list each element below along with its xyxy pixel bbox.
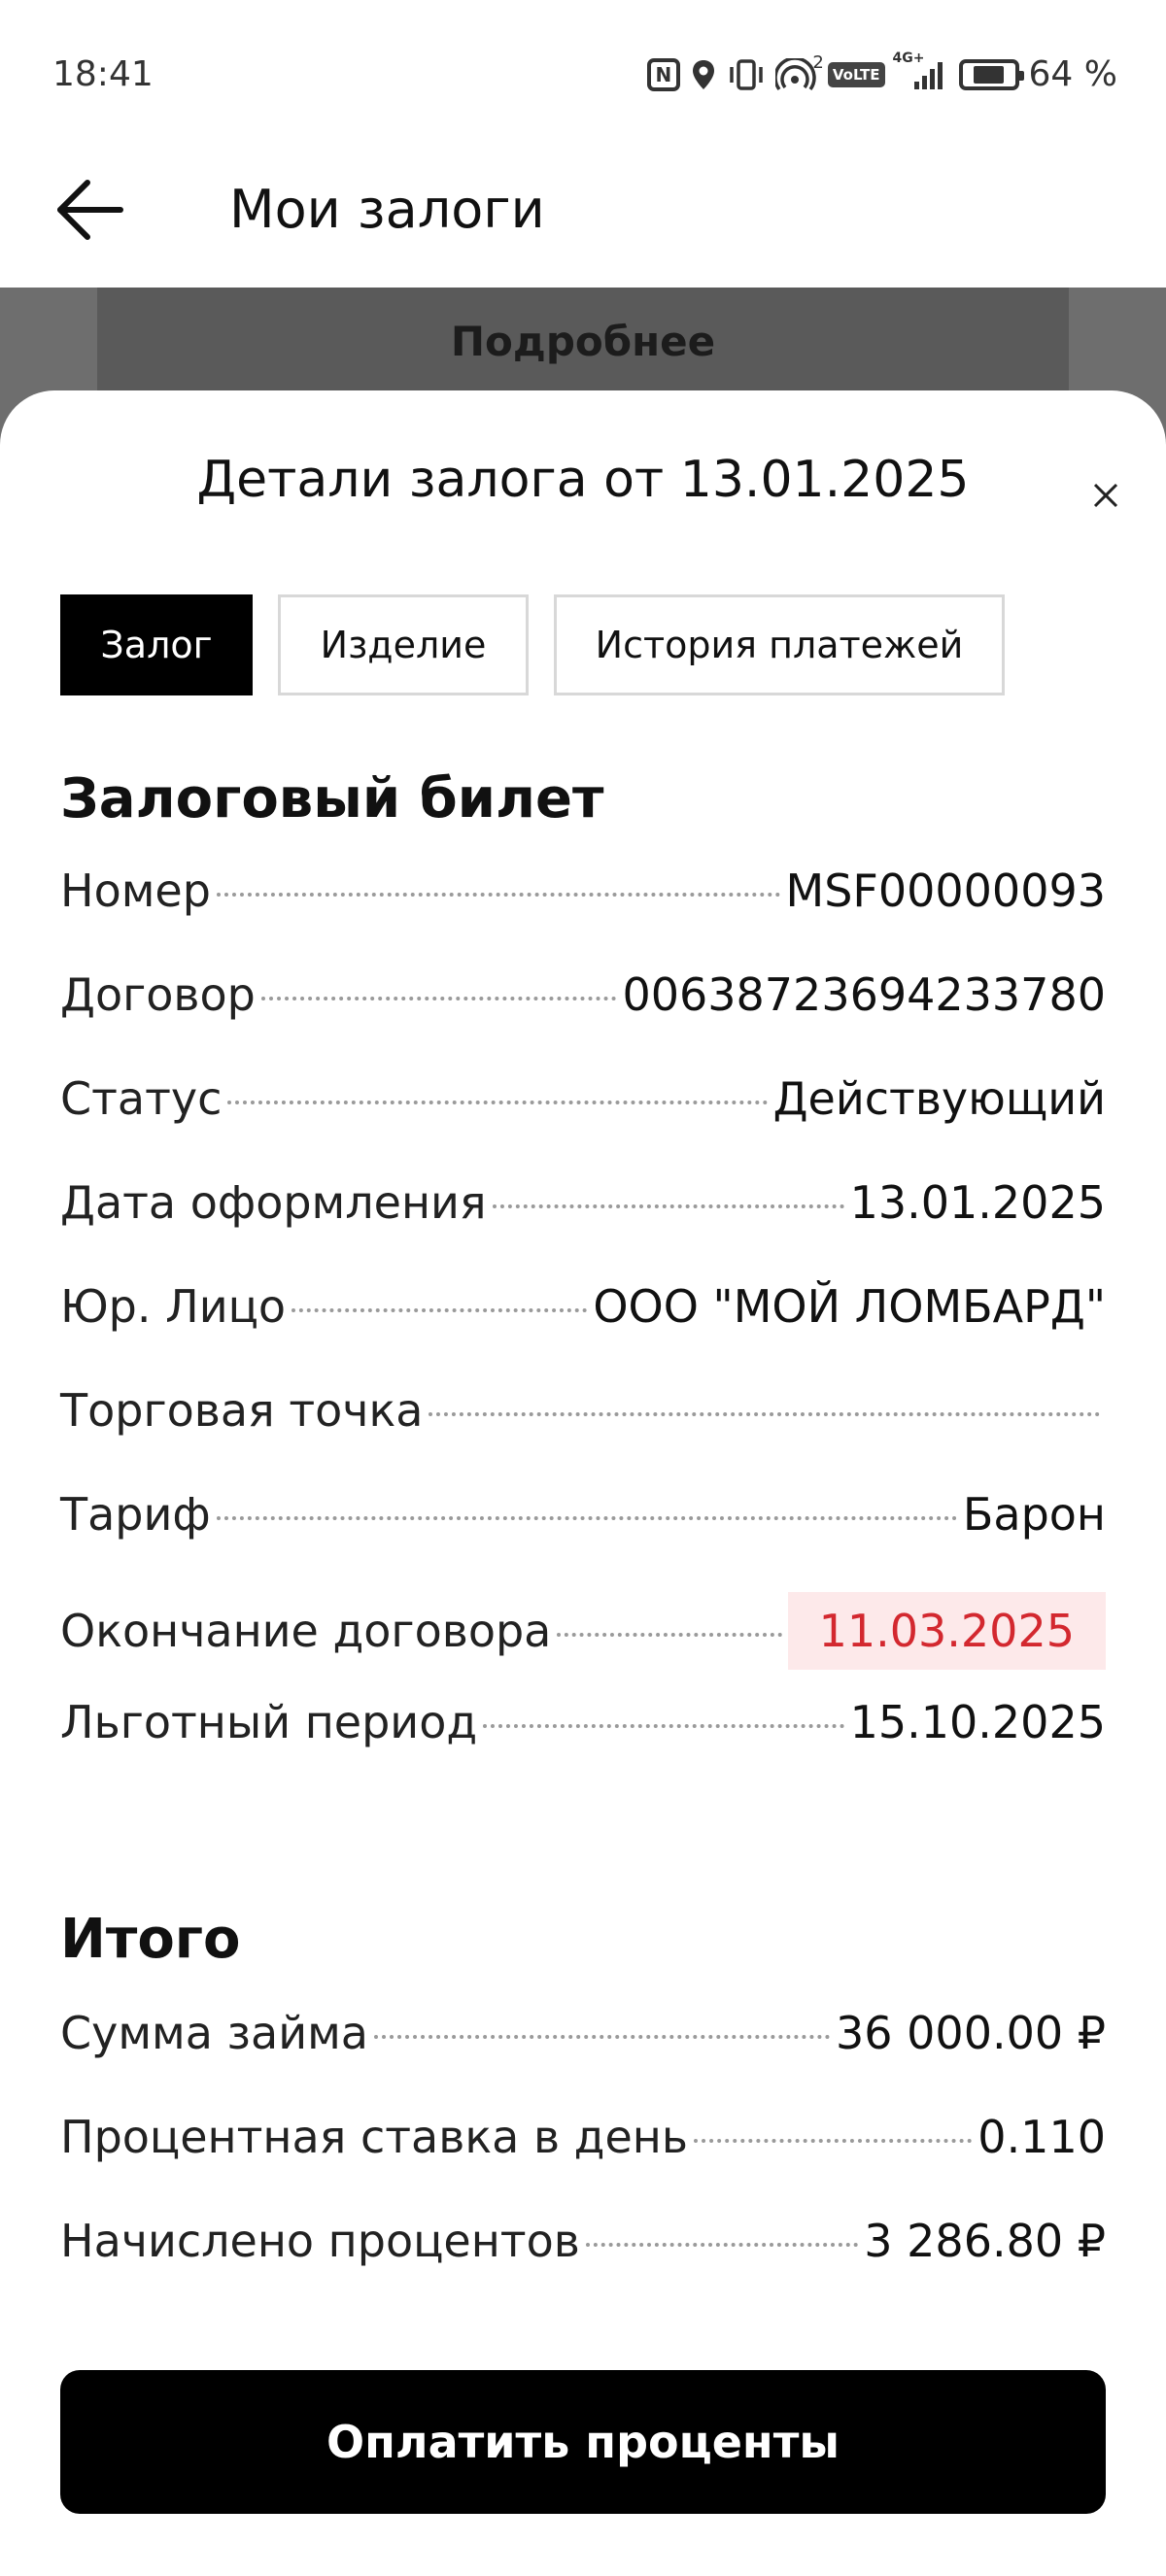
battery-percent: 64 %	[1028, 54, 1117, 94]
row-label: Процентная ставка в день	[60, 2111, 688, 2163]
status-bar: 18:41 N 2 VoLTE 4G+ 64 %	[0, 0, 1166, 146]
row-label: Окончание договора	[60, 1605, 552, 1657]
tab-payment-history[interactable]: История платежей	[554, 594, 1005, 695]
sheet-title: Детали залога от 13.01.2025	[196, 451, 970, 509]
row-value: 0.110	[977, 2111, 1106, 2163]
ticket-rows: Номер MSF00000093 Договор 00638723694233…	[60, 864, 1106, 1800]
pay-interest-button[interactable]: Оплатить проценты	[60, 2370, 1106, 2514]
battery-icon	[958, 58, 1024, 90]
dot-leader	[227, 1101, 768, 1104]
dot-leader	[292, 1308, 588, 1312]
dot-leader	[374, 2035, 830, 2039]
volte-icon: VoLTE	[827, 61, 885, 87]
arrow-left-icon	[57, 180, 123, 240]
status-time: 18:41	[52, 54, 154, 94]
row-label: Начислено процентов	[60, 2215, 580, 2267]
dot-leader	[585, 2243, 859, 2247]
row-contract: Договор 00638723694233780	[60, 968, 1106, 1072]
totals-rows: Сумма займа 36 000.00 ₽ Процентная ставк…	[60, 2007, 1106, 2319]
row-number: Номер MSF00000093	[60, 864, 1106, 968]
row-label: Дата оформления	[60, 1176, 487, 1229]
close-icon	[1093, 483, 1118, 508]
row-label: Статус	[60, 1072, 223, 1125]
network-type: 4G+	[892, 50, 925, 66]
row-tariff: Тариф Барон	[60, 1488, 1106, 1592]
row-value: Барон	[962, 1488, 1106, 1541]
tab-pledge[interactable]: Залог	[60, 594, 253, 695]
row-outlet: Торговая точка	[60, 1384, 1106, 1488]
row-value: 00638723694233780	[622, 968, 1106, 1021]
tabs: Залог Изделие История платежей	[60, 594, 1005, 695]
row-label: Торговая точка	[60, 1384, 424, 1437]
dot-leader	[216, 893, 780, 897]
row-label: Договор	[60, 968, 256, 1021]
battery-fill	[974, 65, 1004, 84]
row-grace-period: Льготный период 15.10.2025	[60, 1696, 1106, 1800]
dot-leader	[429, 1412, 1100, 1416]
row-value: 13.01.2025	[849, 1176, 1106, 1229]
dot-leader	[557, 1633, 782, 1637]
row-legal-entity: Юр. Лицо ООО "МОЙ ЛОМБАРД"	[60, 1280, 1106, 1384]
signal-wrap: 4G+	[893, 51, 949, 91]
dot-leader	[492, 1204, 844, 1208]
row-issue-date: Дата оформления 13.01.2025	[60, 1176, 1106, 1280]
dot-leader	[260, 997, 617, 1000]
ticket-section-title: Залоговый билет	[60, 767, 604, 830]
status-icons: N 2 VoLTE 4G+ 64 %	[646, 51, 1117, 94]
row-value: 15.10.2025	[849, 1696, 1106, 1748]
row-daily-rate: Процентная ставка в день 0.110	[60, 2111, 1106, 2215]
hotspot-count: 2	[812, 51, 824, 73]
row-loan-amount: Сумма займа 36 000.00 ₽	[60, 2007, 1106, 2111]
row-label: Номер	[60, 864, 211, 917]
row-status: Статус Действующий	[60, 1072, 1106, 1176]
row-value: Действующий	[772, 1072, 1106, 1125]
app-header: Мои залоги	[0, 146, 1166, 288]
row-value: 36 000.00 ₽	[836, 2007, 1106, 2059]
dot-leader	[693, 2139, 973, 2143]
close-button[interactable]	[1086, 476, 1125, 515]
hotspot-wrap: 2	[774, 52, 824, 91]
row-value: ООО "МОЙ ЛОМБАРД"	[593, 1280, 1106, 1333]
back-button[interactable]	[51, 171, 128, 249]
row-contract-end: Окончание договора 11.03.2025	[60, 1592, 1106, 1696]
row-label: Льготный период	[60, 1696, 478, 1748]
location-icon	[692, 59, 714, 89]
hotspot-icon	[774, 57, 816, 90]
tab-item[interactable]: Изделие	[278, 594, 529, 695]
dot-leader	[483, 1724, 844, 1728]
contract-end-badge: 11.03.2025	[787, 1592, 1106, 1670]
totals-section-title: Итого	[60, 1908, 241, 1971]
vibrate-icon	[730, 58, 763, 90]
pledge-details-sheet: Детали залога от 13.01.2025 Залог Издели…	[0, 390, 1166, 2576]
row-value: 3 286.80 ₽	[864, 2215, 1106, 2267]
row-label: Сумма займа	[60, 2007, 368, 2059]
details-button: Подробнее	[97, 288, 1069, 394]
page-title: Мои залоги	[229, 179, 545, 240]
row-label: Тариф	[60, 1488, 211, 1541]
row-accrued-interest: Начислено процентов 3 286.80 ₽	[60, 2215, 1106, 2319]
row-label: Юр. Лицо	[60, 1280, 287, 1333]
nfc-icon: N	[646, 57, 680, 91]
row-value: MSF00000093	[785, 864, 1106, 917]
dot-leader	[216, 1516, 957, 1520]
